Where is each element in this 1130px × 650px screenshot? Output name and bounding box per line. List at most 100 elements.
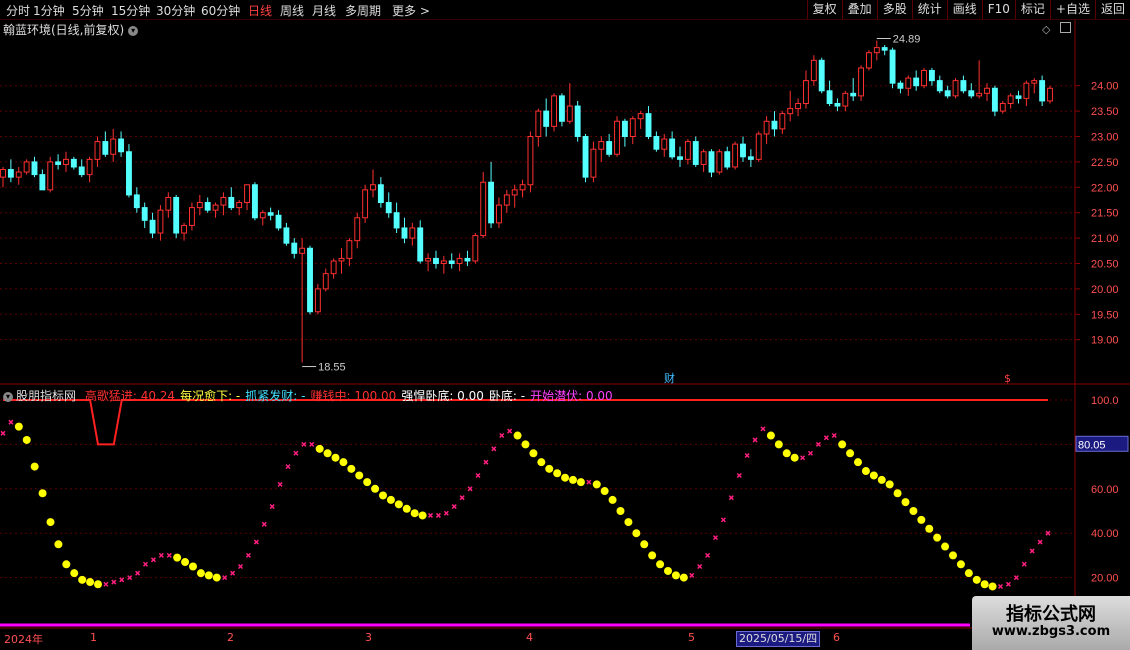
falling-dot xyxy=(877,475,886,484)
candle xyxy=(669,131,676,160)
candle-body xyxy=(511,189,518,196)
price-tick-label: 19.50 xyxy=(1091,309,1119,321)
candle-body xyxy=(1039,80,1046,102)
candle xyxy=(149,212,156,239)
rising-cross-mark xyxy=(705,552,711,558)
diamond-icon[interactable]: ◇ xyxy=(1042,23,1050,36)
candle-body xyxy=(606,141,613,155)
candle-body xyxy=(31,161,38,176)
candle-body xyxy=(196,202,203,209)
rising-cross-mark xyxy=(823,435,829,441)
candle-body xyxy=(322,273,329,290)
candle xyxy=(921,67,927,89)
candle-body xyxy=(1007,95,1014,104)
indicator-legend-item: 每况愈下: - xyxy=(180,389,241,403)
candle-body xyxy=(865,52,872,69)
candle-body xyxy=(1031,80,1038,84)
candle xyxy=(598,136,605,162)
falling-dot xyxy=(624,518,633,527)
candle-body xyxy=(55,161,62,165)
candle-body xyxy=(94,141,101,160)
low-price-label: 18.55 xyxy=(318,362,346,374)
candle-body xyxy=(70,158,77,168)
candle-body xyxy=(15,171,22,178)
falling-dot xyxy=(521,440,530,449)
falling-dot xyxy=(196,569,205,578)
candle xyxy=(204,197,211,213)
candle xyxy=(858,65,865,101)
candle-body xyxy=(913,77,920,87)
candle-body xyxy=(834,102,841,107)
candle xyxy=(558,93,565,127)
candle xyxy=(543,98,550,137)
candle-body xyxy=(645,113,652,138)
candle-body xyxy=(126,151,132,196)
candle xyxy=(212,202,219,218)
candle-body xyxy=(118,138,125,153)
price-tick-label: 23.50 xyxy=(1091,106,1119,118)
candle xyxy=(456,253,463,272)
candle xyxy=(1039,75,1046,107)
candle-body xyxy=(338,257,345,262)
candle-body xyxy=(1047,87,1053,102)
candle-body xyxy=(732,143,739,168)
price-tick-label: 22.50 xyxy=(1091,157,1119,169)
candle-body xyxy=(385,202,392,214)
candle xyxy=(708,149,715,178)
rising-cross-mark xyxy=(752,437,758,443)
falling-dot xyxy=(386,495,395,504)
x-axis-label-month3: 3 xyxy=(365,631,372,644)
candle-body xyxy=(299,247,306,254)
candle-body xyxy=(629,118,636,138)
candle-body xyxy=(566,105,573,122)
falling-dot xyxy=(86,578,95,587)
rising-cross-mark xyxy=(119,577,125,583)
candle xyxy=(566,83,573,124)
falling-dot xyxy=(671,571,680,580)
candle xyxy=(952,78,959,99)
candle xyxy=(803,70,809,109)
candle-body xyxy=(425,257,432,262)
x-axis-label-month6: 6 xyxy=(833,631,840,644)
candle-body xyxy=(133,194,140,209)
maximize-icon[interactable] xyxy=(1059,22,1071,33)
falling-dot xyxy=(38,489,47,498)
chart-canvas[interactable]: 24.00 23.50 23.00 22.50 22.00 21.50 21.00 20.50… xyxy=(0,0,1130,650)
candle-body xyxy=(377,184,384,204)
candle xyxy=(755,131,762,162)
candle xyxy=(314,283,321,315)
candle xyxy=(740,136,746,162)
falling-dot xyxy=(189,562,197,571)
rising-cross-mark xyxy=(831,432,837,439)
rising-cross-mark xyxy=(443,510,449,516)
candle xyxy=(637,111,644,129)
chevron-down-icon[interactable]: ▾ xyxy=(3,391,13,402)
window-controls: ◇ xyxy=(1042,22,1071,36)
candle xyxy=(338,248,345,274)
candle xyxy=(582,133,589,183)
rising-cross-mark xyxy=(697,563,703,570)
falling-dot xyxy=(988,582,997,591)
candle xyxy=(63,151,69,173)
candle-body xyxy=(149,219,156,234)
candle-body xyxy=(188,207,195,226)
candle xyxy=(496,197,502,228)
selected-date-label: 2025/05/15/四 xyxy=(736,631,821,647)
candle-body xyxy=(558,95,565,122)
chevron-down-icon[interactable]: ▾ xyxy=(128,25,139,36)
candle-body xyxy=(677,156,683,160)
candle-body xyxy=(102,141,109,155)
candle-body xyxy=(370,184,376,191)
candle xyxy=(747,149,754,167)
falling-dot xyxy=(315,444,324,453)
price-tick-label: 20.00 xyxy=(1091,284,1119,296)
candle xyxy=(307,245,313,315)
candle xyxy=(873,40,880,61)
candle-body xyxy=(551,95,557,127)
candle-body xyxy=(173,196,180,234)
candle xyxy=(905,75,912,96)
falling-dot xyxy=(600,487,609,496)
candle-body xyxy=(755,133,762,160)
candle xyxy=(944,85,951,99)
falling-dot xyxy=(592,480,601,489)
